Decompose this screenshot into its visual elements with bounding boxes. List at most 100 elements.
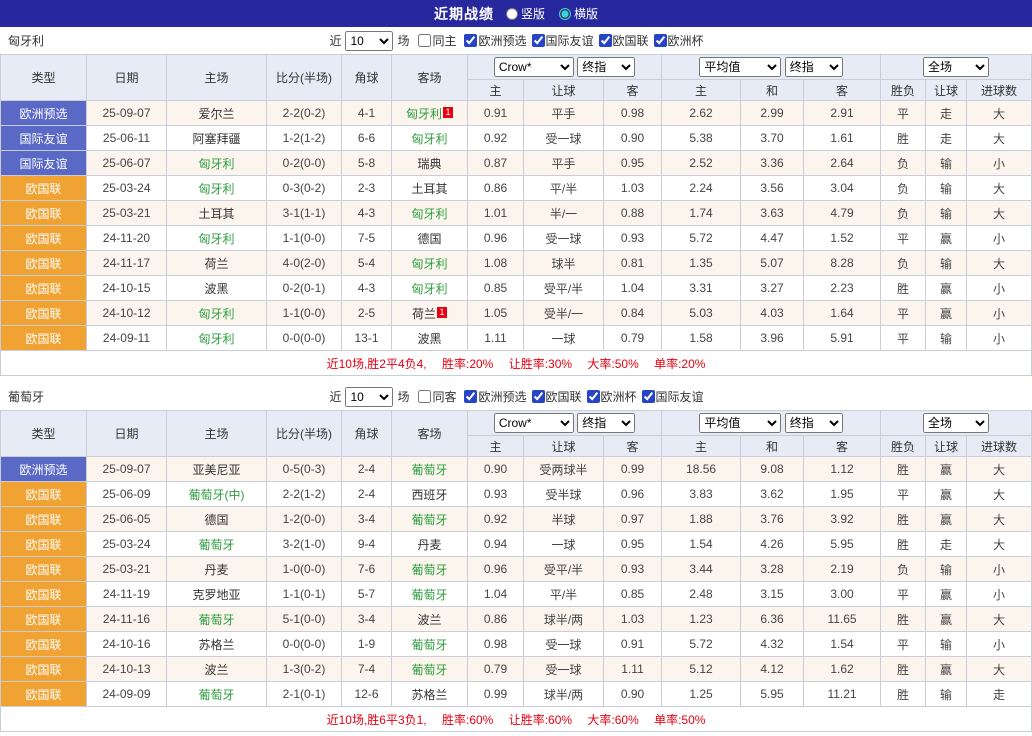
layout-radio[interactable]: 横版 xyxy=(559,5,598,22)
bookmaker-index-select[interactable]: 终指 xyxy=(577,57,635,77)
match-date: 24-11-16 xyxy=(87,607,167,632)
competition-checkbox-input[interactable] xyxy=(654,34,667,47)
match-row: 欧国联 24-09-11 匈牙利 0-0(0-0) 13-1 波黑 1.11 一… xyxy=(1,326,1032,351)
competition-checkbox[interactable]: 欧洲杯 xyxy=(654,32,704,49)
recent-label-prefix: 近 xyxy=(329,32,341,49)
scope-select[interactable]: 全场 xyxy=(923,57,989,77)
layout-radio[interactable]: 竖版 xyxy=(506,5,545,22)
result-wdl: 平 xyxy=(881,101,926,126)
away-team-name: 匈牙利 xyxy=(411,132,447,146)
avg-draw: 3.15 xyxy=(741,582,804,607)
same-venue-input[interactable] xyxy=(418,34,431,47)
recent-count-select[interactable]: 10 xyxy=(345,31,393,51)
home-team-name: 土耳其 xyxy=(198,207,234,221)
competition-type: 国际友谊 xyxy=(1,126,87,151)
away-team-name: 葡萄牙 xyxy=(411,638,447,652)
home-team: 阿塞拜疆 xyxy=(167,126,267,151)
competition-checkbox[interactable]: 欧洲预选 xyxy=(464,32,526,49)
handicap-line: 平/半 xyxy=(524,176,604,201)
competition-type: 欧国联 xyxy=(1,657,87,682)
away-team: 德国 xyxy=(392,226,468,251)
avg-draw: 4.26 xyxy=(741,532,804,557)
competition-checkbox-input[interactable] xyxy=(532,34,545,47)
summary-odd-rate: 单率:50% xyxy=(654,713,705,727)
col-handicap-result: 让球 xyxy=(926,436,967,457)
col-corners: 角球 xyxy=(342,411,392,457)
result-handicap: 赢 xyxy=(926,607,967,632)
handicap-line: 受一球 xyxy=(524,657,604,682)
away-team: 丹麦 xyxy=(392,532,468,557)
title-bar: 近期战绩 竖版 横版 xyxy=(0,0,1032,27)
average-index-select[interactable]: 终指 xyxy=(785,57,843,77)
avg-home: 2.48 xyxy=(662,582,741,607)
away-team: 匈牙利 xyxy=(392,251,468,276)
col-result: 胜负 xyxy=(881,436,926,457)
bookmaker-index-select[interactable]: 终指 xyxy=(577,413,635,433)
competition-checkbox-input[interactable] xyxy=(642,390,655,403)
result-handicap: 输 xyxy=(926,682,967,707)
result-handicap: 赢 xyxy=(926,457,967,482)
recent-count-select[interactable]: 10 xyxy=(345,387,393,407)
away-team: 西班牙 xyxy=(392,482,468,507)
col-away: 客场 xyxy=(392,55,468,101)
col-goals: 进球数 xyxy=(967,436,1032,457)
avg-home: 3.83 xyxy=(662,482,741,507)
layout-radio-input[interactable] xyxy=(506,8,518,20)
handicap-line: 受半/一 xyxy=(524,301,604,326)
match-date: 24-11-19 xyxy=(87,582,167,607)
competition-checkbox-label: 欧国联 xyxy=(613,32,649,49)
result-handicap: 输 xyxy=(926,326,967,351)
home-team: 葡萄牙 xyxy=(167,682,267,707)
competition-checkbox[interactable]: 国际友谊 xyxy=(532,32,594,49)
avg-draw: 3.62 xyxy=(741,482,804,507)
col-away: 客场 xyxy=(392,411,468,457)
match-row: 欧国联 24-10-16 苏格兰 0-0(0-0) 1-9 葡萄牙 0.98 受… xyxy=(1,632,1032,657)
avg-draw: 3.63 xyxy=(741,201,804,226)
odds-home: 0.98 xyxy=(468,632,524,657)
average-select[interactable]: 平均值 xyxy=(699,57,781,77)
home-team: 匈牙利 xyxy=(167,326,267,351)
avg-away: 2.64 xyxy=(804,151,881,176)
competition-checkbox[interactable]: 欧国联 xyxy=(532,388,582,405)
bookmaker-select[interactable]: Crow* xyxy=(494,413,574,433)
score: 3-2(1-0) xyxy=(267,532,342,557)
same-venue-checkbox[interactable]: 同主 xyxy=(418,32,456,49)
avg-away: 1.61 xyxy=(804,126,881,151)
competition-checkbox[interactable]: 欧国联 xyxy=(599,32,649,49)
competition-checkbox-input[interactable] xyxy=(587,390,600,403)
odds-home: 0.87 xyxy=(468,151,524,176)
handicap-line: 受一球 xyxy=(524,226,604,251)
competition-checkbox[interactable]: 欧洲杯 xyxy=(587,388,637,405)
result-wdl: 胜 xyxy=(881,507,926,532)
layout-radio-input[interactable] xyxy=(559,8,571,20)
col-type: 类型 xyxy=(1,411,87,457)
handicap-line: 受一球 xyxy=(524,126,604,151)
avg-away: 3.00 xyxy=(804,582,881,607)
bookmaker-select[interactable]: Crow* xyxy=(494,57,574,77)
same-venue-label: 同主 xyxy=(432,32,456,49)
competition-checkbox-input[interactable] xyxy=(464,390,477,403)
odds-away: 0.81 xyxy=(604,251,662,276)
competition-checkbox-input[interactable] xyxy=(599,34,612,47)
score: 1-1(0-1) xyxy=(267,582,342,607)
avg-draw: 9.08 xyxy=(741,457,804,482)
scope-select[interactable]: 全场 xyxy=(923,413,989,433)
competition-checkbox-input[interactable] xyxy=(532,390,545,403)
result-wdl: 平 xyxy=(881,326,926,351)
average-select[interactable]: 平均值 xyxy=(699,413,781,433)
competition-checkbox[interactable]: 欧洲预选 xyxy=(464,388,526,405)
away-team-name: 葡萄牙 xyxy=(411,588,447,602)
same-venue-input[interactable] xyxy=(418,390,431,403)
competition-checkbox-input[interactable] xyxy=(464,34,477,47)
result-handicap: 赢 xyxy=(926,301,967,326)
result-overunder: 大 xyxy=(967,532,1032,557)
result-overunder: 小 xyxy=(967,557,1032,582)
away-team-name: 葡萄牙 xyxy=(411,663,447,677)
avg-draw: 3.70 xyxy=(741,126,804,151)
filter-bar: 葡萄牙 近 10 场 同客 欧洲预选 欧 xyxy=(0,383,1032,410)
same-venue-checkbox[interactable]: 同客 xyxy=(418,388,456,405)
avg-draw: 4.12 xyxy=(741,657,804,682)
competition-checkbox[interactable]: 国际友谊 xyxy=(642,388,704,405)
average-index-select[interactable]: 终指 xyxy=(785,413,843,433)
home-team: 匈牙利 xyxy=(167,151,267,176)
